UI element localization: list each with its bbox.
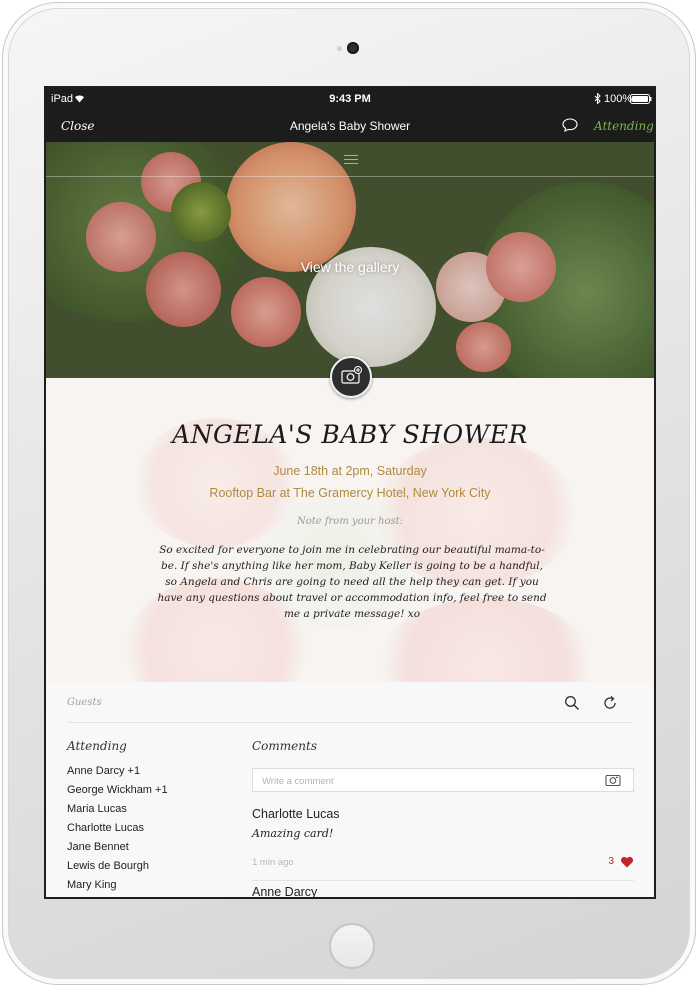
guest-item[interactable]: Maria Lucas	[67, 802, 168, 821]
view-gallery-link[interactable]: View the gallery	[46, 259, 654, 275]
status-time: 9:43 PM	[329, 93, 371, 105]
front-sensor	[337, 46, 342, 51]
invitation-card: ANGELA'S BABY SHOWER June 18th at 2pm, S…	[46, 378, 654, 682]
chat-bubble-icon[interactable]	[562, 118, 578, 132]
guest-item[interactable]: Charlotte Lucas	[67, 821, 168, 840]
divider	[46, 176, 654, 177]
home-button[interactable]	[329, 923, 375, 969]
guests-comments-panel: Guests Attending Anne Darcy +1 George Wi…	[46, 682, 654, 897]
guest-item[interactable]: Lewis de Bourgh	[67, 859, 168, 878]
camera-icon[interactable]	[605, 773, 621, 787]
guest-item[interactable]: Anne Darcy +1	[67, 764, 168, 783]
divider	[252, 880, 634, 881]
comment-text: Amazing card!	[252, 827, 334, 840]
add-photo-button[interactable]	[330, 356, 372, 398]
comment-time: 1 min ago	[252, 857, 294, 868]
guest-item[interactable]: Jane Bennet	[67, 840, 168, 859]
comment-item: Anne Darcy	[252, 885, 634, 897]
gallery-banner[interactable]: View the gallery	[46, 142, 654, 378]
battery-icon	[630, 94, 652, 104]
camera-add-icon	[341, 366, 362, 384]
like-count: 3	[608, 856, 614, 867]
attending-button[interactable]: Attending	[594, 119, 654, 133]
comment-author[interactable]: Anne Darcy	[252, 885, 634, 897]
refresh-icon[interactable]	[602, 695, 618, 711]
event-date: June 18th at 2pm, Saturday	[273, 464, 427, 478]
guest-item[interactable]: George Wickham +1	[67, 783, 168, 802]
status-bar: iPad 9:43 PM 100%	[46, 88, 654, 110]
heart-icon[interactable]	[620, 856, 634, 868]
front-camera	[347, 42, 359, 54]
divider	[67, 722, 633, 723]
guest-item[interactable]: Mary King	[67, 878, 168, 897]
host-note-label: Note from your host:	[296, 516, 404, 527]
comment-author[interactable]: Charlotte Lucas	[252, 807, 634, 825]
search-icon[interactable]	[564, 695, 580, 711]
bluetooth-icon	[594, 93, 601, 104]
host-note: So excited for everyone to join me in ce…	[157, 544, 547, 620]
comment-item: Charlotte Lucas Amazing card! 1 min ago …	[252, 807, 634, 881]
event-title: ANGELA'S BABY SHOWER	[172, 420, 528, 449]
comments-heading: Comments	[252, 739, 317, 753]
nav-bar: Close Angela's Baby Shower Attending	[46, 110, 654, 142]
drag-handle[interactable]	[344, 155, 358, 164]
battery-percent: 100%	[604, 93, 633, 105]
guests-label: Guests	[67, 697, 102, 708]
comment-field[interactable]	[252, 768, 634, 792]
comment-input[interactable]	[260, 773, 584, 789]
attending-heading: Attending	[67, 739, 127, 753]
attending-list: Anne Darcy +1 George Wickham +1 Maria Lu…	[67, 764, 168, 897]
app-screen: iPad 9:43 PM 100% Close Angela's Baby Sh…	[44, 86, 656, 899]
event-venue: Rooftop Bar at The Gramercy Hotel, New Y…	[209, 486, 491, 500]
